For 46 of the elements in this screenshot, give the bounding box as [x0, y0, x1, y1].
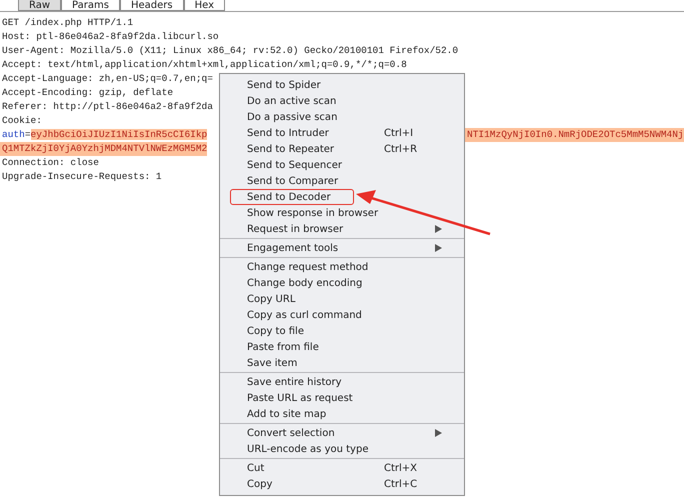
menu-item[interactable]: Cut Ctrl+X — [220, 460, 464, 476]
tab[interactable]: Raw — [18, 0, 62, 11]
menu-item[interactable]: Change request method — [220, 259, 464, 275]
menu-item[interactable]: Change body encoding — [220, 275, 464, 291]
menu-item[interactable]: Copy to file — [220, 323, 464, 339]
menu-item[interactable]: Copy URL — [220, 291, 464, 307]
tab[interactable]: Hex — [184, 0, 225, 11]
menu-item[interactable]: Do a passive scan — [220, 109, 464, 125]
shortcut-label: Ctrl+X — [384, 462, 418, 474]
request-line: GET /index.php HTTP/1.1 — [1, 16, 134, 30]
tab[interactable]: Params — [61, 0, 120, 11]
shortcut-label: Ctrl+I — [384, 128, 414, 138]
menu-item[interactable]: Copy as curl command — [220, 307, 464, 323]
menu-item[interactable]: Add to site map — [220, 406, 464, 422]
shortcut-label: Ctrl+R — [384, 144, 418, 154]
request-line: Cookie: — [1, 114, 42, 128]
tab[interactable]: Headers — [120, 0, 184, 11]
request-line: Accept: text/html,application/xhtml+xml,application/xml;q=0.9,*/*;q=0.8 — [1, 58, 407, 72]
cookie-value: NTI1MzQyNjI0In0.NmRjODE2OTc5MmM5NWM4Nj — [465, 128, 684, 142]
menu-item[interactable]: Engagement tools — [220, 240, 464, 256]
menu-item[interactable]: Copy Ctrl+C — [220, 476, 464, 492]
request-line: Host: ptl-86e046a2-8fa9f2da.libcurl.so — [1, 30, 219, 44]
menu-item[interactable]: Send to Decoder — [220, 189, 464, 205]
shortcut-label: Ctrl+C — [384, 478, 418, 490]
menu-item[interactable]: URL-encode as you type — [220, 441, 464, 457]
menu-item[interactable]: Send to Spider — [220, 77, 464, 93]
menu-item[interactable]: Request in browser — [220, 221, 464, 237]
menu-item[interactable]: Paste from file — [220, 339, 464, 355]
menu-item[interactable]: Send to Comparer — [220, 173, 464, 189]
menu-item[interactable]: Send to Sequencer — [220, 157, 464, 173]
request-line: Accept-Encoding: gzip, deflate — [1, 86, 174, 100]
menu-item[interactable]: Send to Intruder Ctrl+I — [220, 125, 464, 141]
menu-item[interactable]: Save entire history — [220, 374, 464, 390]
request-line: Upgrade-Insecure-Requests: 1 — [1, 170, 162, 184]
cookie-value: Q1MTZkZjI0YjA0YzhjMDM4NTVlNWEzMGM5M2 — [0, 142, 208, 156]
menu-item[interactable]: Save item — [220, 355, 464, 371]
menu-item[interactable]: Do an active scan — [220, 93, 464, 109]
request-line: Connection: close — [1, 156, 99, 170]
request-line: Accept-Language: zh,en-US;q=0.7,en;q= — [1, 72, 213, 86]
menu-item[interactable]: Paste URL as request — [220, 390, 464, 406]
menu-item[interactable]: Send to Repeater Ctrl+R — [220, 141, 464, 157]
request-line: User-Agent: Mozilla/5.0 (X11; Linux x86_64; rv:52.0) Gecko/20100101 Firefox/52.0 — [1, 44, 458, 58]
menu-item[interactable]: Convert selection — [220, 425, 464, 441]
cookie-param: auth=eyJhbGciOiJIUzI1NiIsInR5cCI6Ikp — [1, 128, 208, 142]
menu-item[interactable]: Show response in browser — [220, 205, 464, 221]
request-line: Referer: http://ptl-86e046a2-8fa9f2da — [1, 100, 213, 114]
